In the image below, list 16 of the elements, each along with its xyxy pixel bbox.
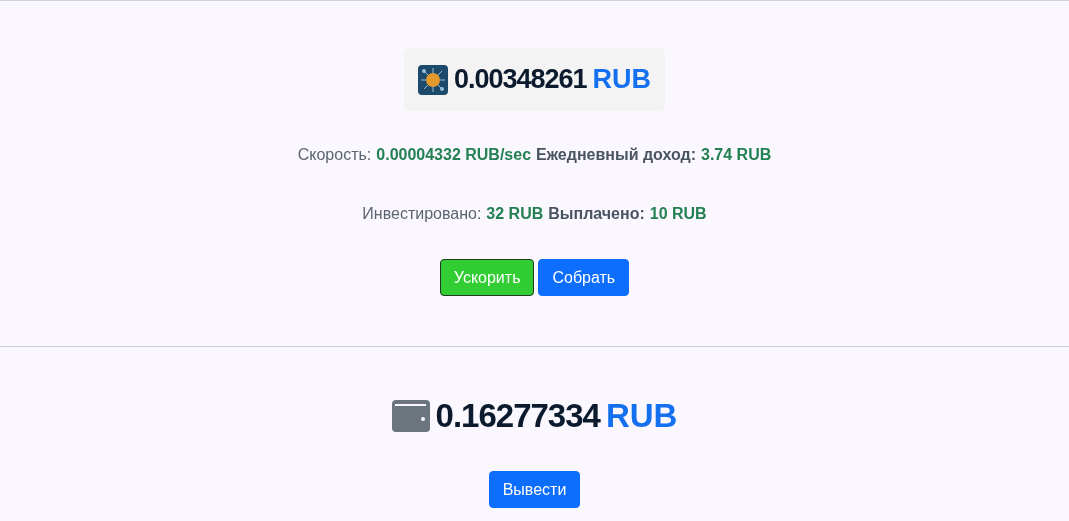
wallet-balance: 0.16277334 [435,397,600,435]
stat-label: Выплачено: [548,205,645,223]
wallet-icon [391,400,430,432]
mining-balance: 0.00348261 [453,64,587,95]
stat-value: 0.00004332 RUB/sec [376,146,532,164]
stat-label: Скорость: [297,146,372,164]
stat-label: Ежедневный доход: [536,146,696,164]
stat-value: 32 RUB [486,205,544,223]
action-button[interactable]: Вывести [488,471,581,508]
stat-value: 3.74 RUB [701,146,772,164]
coin-chip-icon [417,64,448,95]
action-button[interactable]: Собрать [538,259,630,296]
stat-value: 10 RUB [649,205,707,223]
currency-label: RUB [605,397,678,435]
stat-label: Инвестировано: [362,205,482,223]
currency-label: RUB [592,64,652,95]
